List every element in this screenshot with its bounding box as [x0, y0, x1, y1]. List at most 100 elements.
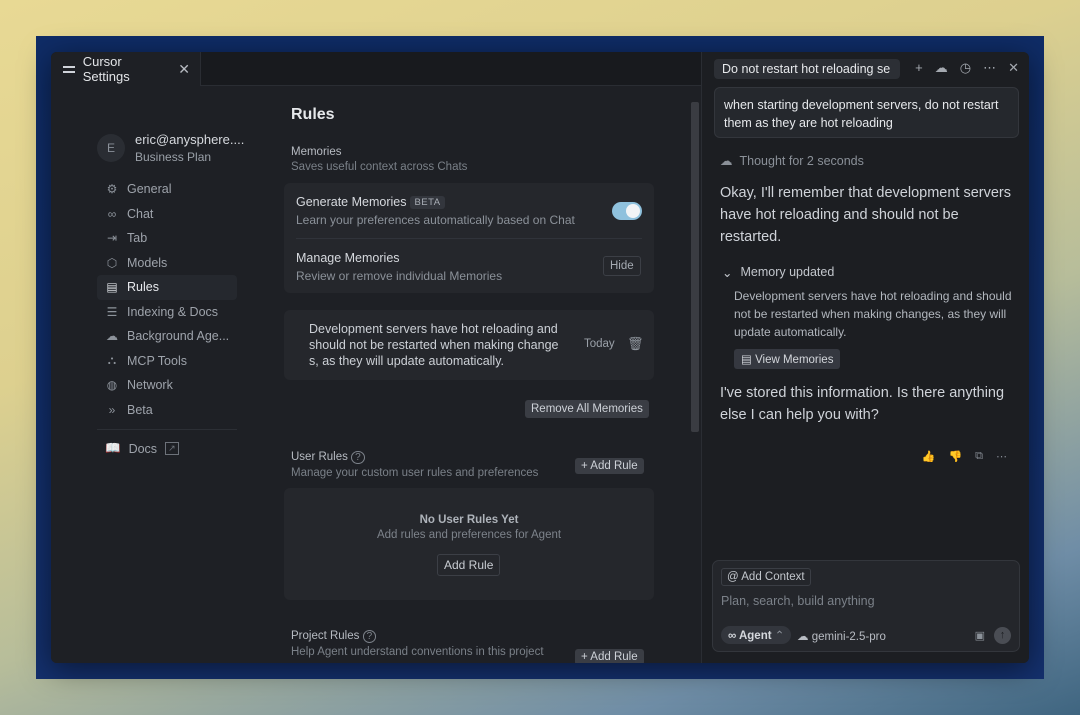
add-user-rule-button[interactable]: + Add Rule [575, 458, 644, 474]
chevron-down-icon: ⌄ [722, 266, 733, 280]
database-icon: ☰ [106, 304, 118, 319]
chat-tab[interactable]: Do not restart hot reloading se [714, 59, 900, 79]
message-actions: 👍 👎 ⧉ ⋯ [922, 450, 1007, 463]
nav-divider [97, 429, 237, 430]
help-icon[interactable]: ? [362, 630, 377, 643]
model-select[interactable]: ☁ gemini-2.5-pro [797, 629, 886, 643]
generate-memories-sub: Learn your preferences automatically bas… [296, 213, 575, 227]
remove-all-memories-button[interactable]: Remove All Memories [525, 400, 649, 418]
cube-icon: ⬡ [106, 255, 118, 270]
generate-memories-toggle[interactable] [612, 202, 642, 220]
send-button[interactable]: ↑ [994, 627, 1011, 644]
add-project-rule-button[interactable]: + Add Rule [575, 649, 644, 663]
view-memories-label: View Memories [755, 354, 834, 366]
sidebar-item-label: Background Age... [127, 329, 230, 344]
sidebar-item-label: Tab [127, 231, 148, 246]
sidebar-item-mcp-tools[interactable]: ⛬ MCP Tools [97, 349, 237, 374]
assistant-message: Okay, I'll remember that development ser… [720, 185, 1011, 245]
manage-memories-title: Manage Memories [296, 251, 400, 265]
more-icon[interactable]: ⋯ [996, 450, 1007, 463]
help-icon[interactable]: ? [351, 451, 365, 464]
close-icon[interactable]: ✕ [178, 61, 190, 78]
settings-pane: Cursor Settings ✕ E eric@anysphere.... B… [51, 52, 701, 663]
manage-memories-row: Manage Memories Review or remove individ… [296, 251, 502, 283]
composer: @ Add Context Plan, search, build anythi… [712, 560, 1020, 652]
tab-arrow-icon: ⇥ [106, 231, 118, 246]
hide-memories-button[interactable]: Hide [603, 256, 641, 276]
external-link-icon: ↗ [165, 442, 179, 455]
user-message[interactable]: when starting development servers, do no… [714, 87, 1019, 138]
chat-pane: Do not restart hot reloading se + ☁ ◷ ⋯ … [701, 52, 1029, 663]
view-memories-button[interactable]: ▤ View Memories [734, 349, 841, 369]
brain-icon: ☁ [797, 631, 812, 643]
sidebar-item-rules[interactable]: ▤ Rules [97, 275, 237, 300]
composer-input[interactable]: Plan, search, build anything [721, 594, 875, 608]
tab-cursor-settings[interactable]: Cursor Settings ✕ [51, 52, 201, 86]
empty-title: No User Rules Yet [419, 514, 519, 526]
sidebar-item-label: Rules [127, 280, 159, 295]
image-icon[interactable]: ▣ [975, 629, 985, 642]
clipboard-icon: ▤ [106, 280, 118, 295]
history-icon[interactable]: ◷ [960, 60, 971, 76]
row-divider [296, 238, 642, 239]
project-rules-subtitle: Help Agent understand conventions in thi… [291, 646, 544, 658]
sidebar-item-indexing[interactable]: ☰ Indexing & Docs [97, 300, 237, 325]
memory-text: Development servers have hot reloading a… [309, 322, 559, 368]
sidebar-item-general[interactable]: ⚙ General [97, 177, 237, 202]
infinity-icon: ∞ [728, 630, 739, 642]
chevron-up-icon: ⌃ [771, 630, 785, 642]
memory-item: Development servers have hot reloading a… [284, 310, 654, 380]
sidebar-item-beta[interactable]: » Beta [97, 398, 237, 423]
clipboard-icon: ▤ [741, 354, 756, 366]
chevrons-right-icon: » [108, 402, 116, 417]
plus-icon: + [581, 651, 591, 663]
brain-icon: ☁ [720, 154, 733, 168]
nodes-icon: ⛬ [107, 353, 117, 368]
globe-icon: ◍ [106, 378, 118, 393]
manage-memories-sub: Review or remove individual Memories [296, 269, 503, 283]
scrollbar[interactable] [691, 102, 699, 432]
memories-card: Generate Memories BETA Learn your prefere… [284, 183, 654, 293]
sidebar-item-models[interactable]: ⬡ Models [97, 251, 237, 276]
memories-title: Memories [291, 146, 342, 158]
sidebar-item-label: Network [127, 378, 173, 393]
docs-link[interactable]: 📖 Docs ↗ [105, 441, 179, 456]
infinity-icon: ∞ [107, 206, 117, 221]
sidebar-item-label: Beta [127, 402, 153, 417]
thought-label: Thought for 2 seconds [739, 153, 864, 168]
chat-toolbar: + ☁ ◷ ⋯ ✕ [915, 60, 1019, 76]
add-context-button[interactable]: @ Add Context [721, 568, 811, 586]
cloud-icon[interactable]: ☁ [935, 60, 948, 76]
plus-icon[interactable]: + [915, 60, 923, 76]
user-rules-title: User Rules ? [291, 451, 365, 464]
sidebar-item-chat[interactable]: ∞ Chat [97, 202, 237, 227]
close-icon[interactable]: ✕ [1008, 60, 1019, 76]
add-rule-button[interactable]: Add Rule [437, 554, 501, 576]
trash-icon[interactable]: 🗑 [627, 336, 644, 352]
sidebar-item-label: Chat [127, 206, 154, 221]
generate-memories-row: Generate Memories BETA Learn your prefere… [296, 195, 575, 227]
docs-label: Docs [128, 441, 158, 456]
thumbs-down-icon[interactable]: 👎 [948, 450, 962, 463]
memory-updated-body: Development servers have hot reloading a… [734, 289, 1012, 339]
gear-icon: ⚙ [106, 182, 118, 197]
memories-subtitle: Saves useful context across Chats [291, 161, 468, 173]
page-title: Rules [291, 106, 335, 123]
sidebar-item-network[interactable]: ◍ Network [97, 373, 237, 398]
settings-nav: ⚙ General ∞ Chat ⇥ Tab ⬡ Models ▤ Rules ☰ Inde… [97, 177, 237, 422]
sidebar-item-background-agents[interactable]: ☁ Background Age... [97, 324, 237, 349]
memory-updated-toggle[interactable]: ⌄ Memory updated [722, 265, 834, 280]
agent-mode-select[interactable]: ∞ Agent ⌃ [721, 626, 792, 644]
user-rules-label: User Rules [291, 451, 348, 463]
thumbs-up-icon[interactable]: 👍 [922, 450, 936, 463]
thought-indicator[interactable]: ☁ Thought for 2 seconds [720, 153, 864, 169]
model-label: gemini-2.5-pro [811, 631, 886, 643]
sidebar-item-label: Indexing & Docs [127, 304, 219, 319]
project-rules-label: Project Rules [291, 630, 360, 642]
more-icon[interactable]: ⋯ [983, 60, 996, 76]
sidebar-item-tab[interactable]: ⇥ Tab [97, 226, 237, 251]
editor-tabbar: Cursor Settings ✕ [51, 52, 701, 86]
assistant-message: I've stored this information. Is there a… [720, 385, 1005, 423]
copy-icon[interactable]: ⧉ [975, 450, 983, 463]
add-rule-label: Add Rule [590, 460, 638, 472]
